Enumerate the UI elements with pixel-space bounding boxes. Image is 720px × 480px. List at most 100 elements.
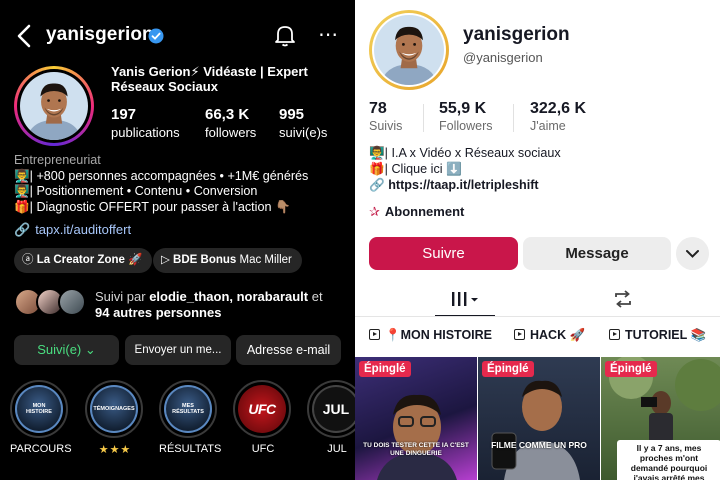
highlight-label: JUL bbox=[327, 443, 347, 455]
following-label: Suivi(e) bbox=[37, 342, 82, 357]
playlist-icon bbox=[514, 329, 525, 340]
tab-reposts[interactable] bbox=[563, 282, 683, 316]
followed-name-2[interactable]: , norabarault bbox=[229, 289, 308, 304]
mutual-followers-text: Suivi par elodie_thaon, norabarault et 9… bbox=[95, 289, 345, 321]
stat-label: suivi(e)s bbox=[279, 125, 328, 140]
stat-value: 55,9 K bbox=[439, 100, 487, 117]
music-icon: ▷ bbox=[161, 254, 174, 266]
highlight-label: ★★★ bbox=[98, 444, 132, 456]
stat-following[interactable]: 78 Suivis bbox=[369, 100, 402, 133]
video-thumbnail[interactable]: Épinglé FILME COMME UN PRO bbox=[478, 357, 600, 480]
bio-line: 🎁| Clique ici ⬇️ bbox=[369, 162, 462, 176]
highlight-cover: MES RÉSULTATS bbox=[164, 385, 212, 433]
stat-value: 197 bbox=[111, 106, 137, 123]
stat-divider bbox=[513, 104, 514, 132]
thread-chip-bde-bonus[interactable]: ▷ BDE Bonus Mac Miller bbox=[153, 248, 302, 273]
bio-link[interactable]: 🔗 https://taap.it/letripleshift bbox=[369, 177, 709, 193]
pinned-badge: Épinglé bbox=[359, 361, 411, 377]
followed-name[interactable]: elodie_thaon bbox=[149, 289, 229, 304]
highlight-cover: TÉMOIGNAGES bbox=[90, 385, 138, 433]
profile-username: yanisgerion bbox=[463, 24, 570, 45]
thread-chip-creator-zone[interactable]: ⓐ La Creator Zone 🚀 bbox=[14, 248, 153, 273]
stat-divider bbox=[423, 104, 424, 132]
subscription-star-icon: ✰ bbox=[369, 204, 380, 219]
video-thumbnail[interactable]: Épinglé TU DOIS TESTER CETTE IA C'EST UN… bbox=[355, 357, 477, 480]
display-name: Yanis Gerion⚡ Vidéaste | Expert Réseaux … bbox=[111, 64, 308, 94]
chevron-down-icon: ⌄ bbox=[84, 342, 96, 357]
notifications-bell-icon[interactable] bbox=[274, 23, 296, 47]
followed-prefix: Suivi par bbox=[95, 289, 150, 304]
video-caption: Il y a 7 ans, mes proches m'ont demandé … bbox=[617, 440, 720, 480]
tabs-divider bbox=[355, 316, 720, 317]
subscription-link[interactable]: ✰ Abonnement bbox=[369, 204, 464, 220]
highlight-jul[interactable]: JUL JUL bbox=[307, 380, 355, 455]
stat-value: 66,3 K bbox=[205, 106, 250, 123]
stat-label: followers bbox=[205, 125, 257, 140]
stat-value: 78 bbox=[369, 100, 387, 117]
stat-label: Suivis bbox=[369, 119, 403, 133]
tiktok-profile-panel: yanisgerion @yanisgerion 78 Suivis 55,9 … bbox=[355, 0, 720, 480]
highlight-parcours[interactable]: MON HISTOIRE PARCOURS bbox=[10, 380, 72, 455]
highlight-label: UFC bbox=[251, 443, 275, 455]
stat-likes[interactable]: 322,6 K J'aime bbox=[530, 100, 586, 133]
grid-icon bbox=[452, 292, 478, 306]
subscription-label: Abonnement bbox=[384, 204, 465, 219]
link-icon: 🔗 bbox=[369, 178, 389, 192]
video-caption: TU DOIS TESTER CETTE IA C'EST UNE DINGUE… bbox=[363, 442, 469, 457]
more-options-icon[interactable]: ⋯ bbox=[318, 22, 339, 47]
profile-avatar[interactable] bbox=[14, 66, 94, 146]
stat-label: J'aime bbox=[530, 119, 566, 133]
highlight-results[interactable]: MES RÉSULTATS RÉSULTATS bbox=[159, 380, 221, 455]
repost-icon bbox=[615, 290, 631, 308]
bio-line: 🎁| Diagnostic OFFERT pour passer à l'act… bbox=[14, 199, 291, 214]
profile-bio: 👨‍🏫| I.A x Vidéo x Réseaux sociaux 🎁| Cl… bbox=[369, 145, 709, 193]
message-button[interactable]: Message bbox=[523, 237, 671, 270]
link-icon: 🔗 bbox=[14, 222, 31, 237]
followed-others[interactable]: 94 autres personnes bbox=[95, 305, 221, 320]
highlight-label: PARCOURS bbox=[10, 443, 72, 455]
highlight-ufc[interactable]: UFC UFC bbox=[233, 380, 293, 455]
playlist-label: 📍MON HISTOIRE bbox=[385, 328, 493, 342]
stat-followers[interactable]: 66,3 K followers bbox=[205, 106, 256, 140]
mutual-followers[interactable]: Suivi par elodie_thaon, norabarault et 9… bbox=[14, 288, 354, 322]
bio-line: 👨‍🏫| Positionnement • Contenu • Conversi… bbox=[14, 184, 258, 198]
ufc-logo: UFC bbox=[238, 385, 286, 433]
video-caption: FILME COMME UN PRO bbox=[491, 440, 587, 450]
pinned-badge: Épinglé bbox=[605, 361, 657, 377]
top-bar: yanisgerion ⋯ bbox=[0, 20, 355, 52]
pinned-badge: Épinglé bbox=[482, 361, 534, 377]
playlist-tutoriel[interactable]: TUTORIEL 📚 bbox=[609, 328, 706, 343]
bio-link-text: tapx.it/auditoffert bbox=[35, 222, 132, 237]
email-button[interactable]: Adresse e-mail bbox=[236, 335, 341, 365]
bio-link[interactable]: 🔗 tapx.it/auditoffert bbox=[14, 222, 131, 238]
highlight-testimonials[interactable]: TÉMOIGNAGES ★★★ bbox=[85, 380, 145, 456]
playlist-mon-histoire[interactable]: 📍MON HISTOIRE bbox=[369, 328, 492, 343]
stat-following[interactable]: 995 suivi(e)s bbox=[279, 106, 327, 140]
highlight-cover: MON HISTOIRE bbox=[15, 385, 63, 433]
chevron-down-icon[interactable] bbox=[676, 237, 709, 270]
stat-followers[interactable]: 55,9 K Followers bbox=[439, 100, 493, 133]
mutual-avatar bbox=[58, 288, 86, 316]
back-arrow-icon[interactable] bbox=[14, 22, 36, 50]
bio-link-text: https://taap.it/letripleshift bbox=[388, 178, 539, 192]
playlist-icon bbox=[369, 329, 380, 340]
following-button[interactable]: Suivi(e) ⌄ bbox=[14, 335, 119, 365]
stat-value: 995 bbox=[279, 106, 305, 123]
profile-bio: Entrepreneuriat 👨‍🏫| +800 personnes acco… bbox=[14, 153, 344, 215]
instagram-profile-panel: yanisgerion ⋯ Yanis Gerion⚡ Vidéaste | E… bbox=[0, 0, 355, 480]
stat-label: Followers bbox=[439, 119, 493, 133]
follow-button[interactable]: Suivre bbox=[369, 237, 518, 270]
bio-category: Entrepreneuriat bbox=[14, 153, 101, 167]
playlist-hack[interactable]: HACK 🚀 bbox=[514, 328, 585, 343]
bio-line: 👨‍🏫| I.A x Vidéo x Réseaux sociaux bbox=[369, 146, 561, 160]
playlist-label: HACK 🚀 bbox=[530, 328, 586, 342]
stat-publications[interactable]: 197 publications bbox=[111, 106, 180, 140]
chip-label: La Creator Zone 🚀 bbox=[36, 254, 143, 266]
profile-tabs bbox=[355, 282, 720, 317]
profile-avatar[interactable] bbox=[369, 10, 449, 90]
tab-videos-grid[interactable] bbox=[405, 282, 525, 317]
send-message-button[interactable]: Envoyer un me... bbox=[125, 335, 231, 365]
video-thumbnail[interactable]: Épinglé Il y a 7 ans, mes proches m'ont … bbox=[601, 357, 720, 480]
profile-stats: 197 publications 66,3 K followers 995 su… bbox=[111, 106, 351, 140]
playlists-row: 📍MON HISTOIRE HACK 🚀 TUTORIEL 📚 bbox=[369, 328, 720, 348]
